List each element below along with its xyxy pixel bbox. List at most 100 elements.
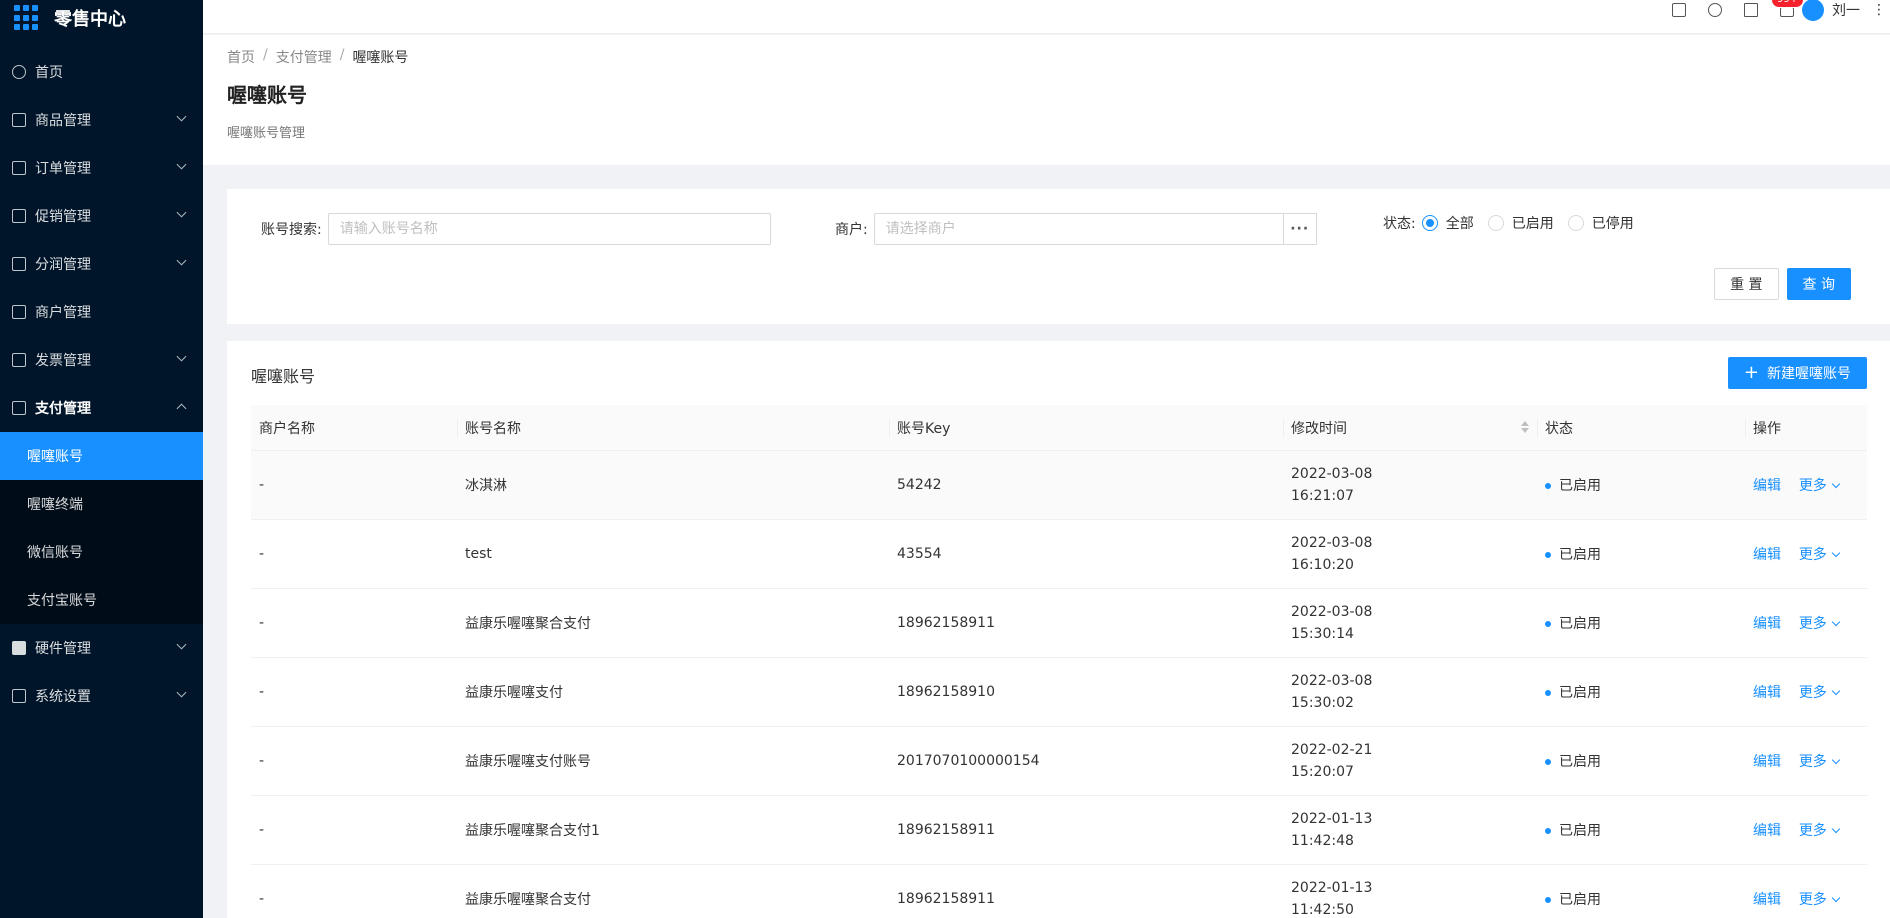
cell-account-name: 冰淇淋 bbox=[465, 478, 507, 494]
cell-account-key: 54242 bbox=[897, 477, 942, 493]
more-vertical-icon[interactable]: ⋮ bbox=[1872, 2, 1886, 18]
sidebar-item-payments[interactable]: 支付管理 bbox=[0, 384, 203, 432]
cell-status: 已启用 bbox=[1537, 820, 1745, 840]
column-account-name: 账号名称 bbox=[457, 405, 889, 450]
hardware-icon bbox=[12, 641, 26, 655]
sidebar-item-label: 发票管理 bbox=[35, 353, 91, 369]
cell-account-name: 益康乐喔噻支付账号 bbox=[465, 754, 591, 770]
merchant-picker-button[interactable]: ··· bbox=[1283, 213, 1317, 245]
chevron-down-icon bbox=[1831, 479, 1841, 489]
bell-icon[interactable]: 99+ bbox=[1771, 0, 1805, 17]
query-button[interactable]: 查 询 bbox=[1786, 268, 1851, 300]
sidebar-item-label: 订单管理 bbox=[35, 161, 91, 177]
more-label: 更多 bbox=[1798, 547, 1827, 563]
page-description: 喔噻账号管理 bbox=[227, 126, 306, 141]
sidebar-item-label: 支付管理 bbox=[35, 401, 91, 417]
cell-status: 已启用 bbox=[1537, 682, 1745, 702]
sidebar-item-orders[interactable]: 订单管理 bbox=[0, 144, 203, 192]
username[interactable]: 刘一 bbox=[1832, 0, 1860, 20]
more-dropdown[interactable]: 更多 bbox=[1799, 616, 1841, 632]
sidebar-item-settings[interactable]: 系统设置 bbox=[0, 672, 203, 720]
cell-account-key: 2017070100000154 bbox=[897, 753, 1040, 769]
account-search-input[interactable] bbox=[327, 213, 771, 245]
chevron-down-icon bbox=[1831, 824, 1841, 834]
breadcrumb-home[interactable]: 首页 bbox=[227, 47, 255, 67]
cell-merchant: - bbox=[259, 891, 265, 907]
more-dropdown[interactable]: 更多 bbox=[1799, 892, 1841, 908]
sidebar-item-profit-sharing[interactable]: 分润管理 bbox=[0, 240, 203, 288]
page-title: 喔噻账号 bbox=[227, 83, 307, 107]
avatar[interactable] bbox=[1802, 0, 1824, 21]
breadcrumb: 首页 / 支付管理 / 喔噻账号 bbox=[227, 47, 1890, 67]
time-text: 11:42:48 bbox=[1291, 833, 1354, 849]
sidebar-item-invoices[interactable]: 发票管理 bbox=[0, 336, 203, 384]
new-account-button[interactable]: + 新建喔噻账号 bbox=[1727, 357, 1867, 389]
status-text: 已启用 bbox=[1559, 754, 1601, 770]
sidebar-item-merchants[interactable]: 商户管理 bbox=[0, 288, 203, 336]
sidebar-item-alipay-account[interactable]: 支付宝账号 bbox=[0, 576, 203, 624]
brand[interactable]: 零售中心 bbox=[0, 0, 203, 36]
sidebar-item-wosai-account[interactable]: 喔噻账号 bbox=[0, 432, 203, 480]
chevron-down-icon bbox=[1831, 893, 1841, 903]
help-icon[interactable] bbox=[1708, 3, 1722, 17]
table-row: - 益康乐喔噻聚合支付 18962158911 2022-03-08 15:30:… bbox=[251, 589, 1867, 658]
status-dot-icon bbox=[1545, 897, 1551, 903]
chevron-down-icon bbox=[176, 639, 187, 650]
home-icon[interactable] bbox=[1672, 3, 1686, 17]
chevron-down-icon bbox=[176, 351, 187, 362]
chevron-down-icon bbox=[176, 111, 187, 122]
merchant-input[interactable] bbox=[873, 213, 1284, 245]
search-actions: 重 置 查 询 bbox=[1714, 268, 1851, 300]
cell-merchant: - bbox=[259, 684, 265, 700]
sidebar-item-promotions[interactable]: 促销管理 bbox=[0, 192, 203, 240]
mail-icon bbox=[12, 161, 26, 175]
status-field: 状态: 全部 已启用 已停用 bbox=[1383, 213, 1648, 233]
reset-button[interactable]: 重 置 bbox=[1714, 268, 1779, 300]
cell-status: 已启用 bbox=[1537, 751, 1745, 771]
sidebar-item-wechat-account[interactable]: 微信账号 bbox=[0, 528, 203, 576]
edit-link[interactable]: 编辑 bbox=[1753, 892, 1781, 908]
time-text: 15:30:14 bbox=[1291, 626, 1354, 642]
table-row: - 益康乐喔噻支付 18962158910 2022-03-08 15:30:02… bbox=[251, 658, 1867, 727]
cell-actions: 编辑 更多 bbox=[1745, 889, 1867, 909]
status-text: 已启用 bbox=[1559, 478, 1601, 494]
cell-actions: 编辑 更多 bbox=[1745, 544, 1867, 564]
time-text: 16:10:20 bbox=[1291, 557, 1354, 573]
sort-icon[interactable] bbox=[1521, 421, 1529, 433]
more-dropdown[interactable]: 更多 bbox=[1799, 478, 1841, 494]
edit-link[interactable]: 编辑 bbox=[1753, 547, 1781, 563]
breadcrumb-parent[interactable]: 支付管理 bbox=[276, 47, 332, 67]
shop-icon bbox=[12, 305, 26, 319]
edit-link[interactable]: 编辑 bbox=[1753, 754, 1781, 770]
edit-link[interactable]: 编辑 bbox=[1753, 685, 1781, 701]
apps-icon[interactable] bbox=[1744, 3, 1758, 17]
more-label: 更多 bbox=[1798, 685, 1827, 701]
app-title: 零售中心 bbox=[54, 9, 126, 30]
cell-account-name: 益康乐喔噻聚合支付 bbox=[465, 616, 591, 632]
sidebar-item-home[interactable]: 首页 bbox=[0, 48, 203, 96]
file-icon bbox=[12, 353, 26, 367]
status-radio-enabled[interactable]: 已启用 bbox=[1487, 213, 1554, 233]
status-radio-all[interactable]: 全部 bbox=[1421, 213, 1474, 233]
sidebar-item-label: 首页 bbox=[35, 65, 63, 81]
sidebar-item-wosai-terminal[interactable]: 喔噻终端 bbox=[0, 480, 203, 528]
more-dropdown[interactable]: 更多 bbox=[1798, 547, 1841, 563]
date-text: 2022-03-08 bbox=[1291, 535, 1373, 551]
cell-modified-time: 2022-03-08 15:30:02 bbox=[1283, 670, 1537, 714]
cell-status: 已启用 bbox=[1537, 475, 1745, 495]
edit-link[interactable]: 编辑 bbox=[1753, 823, 1781, 839]
edit-link[interactable]: 编辑 bbox=[1753, 478, 1781, 494]
edit-link[interactable]: 编辑 bbox=[1753, 616, 1781, 632]
chevron-down-icon bbox=[176, 687, 187, 698]
cell-actions: 编辑 更多 bbox=[1745, 751, 1867, 771]
more-dropdown[interactable]: 更多 bbox=[1799, 823, 1841, 839]
sidebar-item-hardware[interactable]: 硬件管理 bbox=[0, 624, 203, 672]
radio-icon bbox=[1567, 215, 1584, 231]
more-dropdown[interactable]: 更多 bbox=[1799, 754, 1841, 770]
more-dropdown[interactable]: 更多 bbox=[1798, 685, 1841, 701]
status-radio-disabled[interactable]: 已停用 bbox=[1567, 213, 1634, 233]
table-row: - 益康乐喔噻支付账号 2017070100000154 2022-02-21 1… bbox=[251, 727, 1867, 796]
column-modified-time[interactable]: 修改时间 bbox=[1283, 405, 1537, 450]
sidebar-item-products[interactable]: 商品管理 bbox=[0, 96, 203, 144]
radio-checked-icon bbox=[1421, 215, 1438, 231]
